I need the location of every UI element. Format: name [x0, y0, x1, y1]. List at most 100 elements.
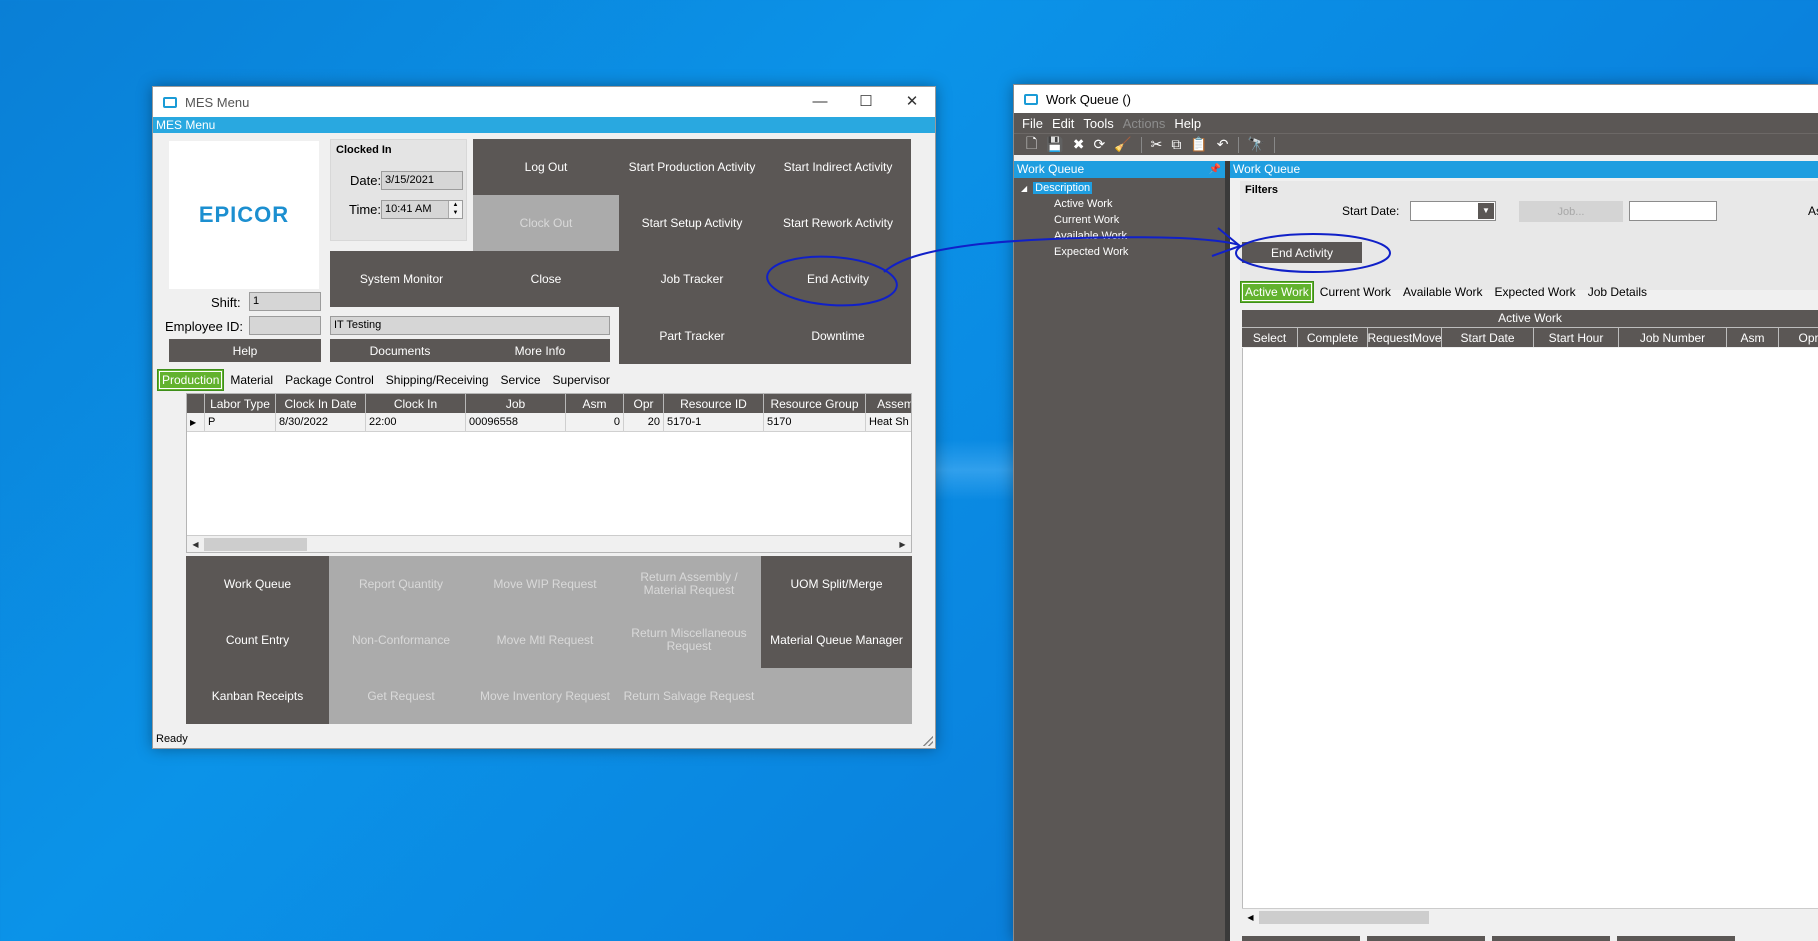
active-work-grid-body[interactable]: [1242, 348, 1818, 908]
menu-help[interactable]: Help: [1174, 116, 1201, 131]
close-button[interactable]: Close: [473, 251, 619, 307]
scroll-left-icon[interactable]: ◀: [187, 536, 204, 552]
wq-end-activity-button[interactable]: End Activity: [1242, 242, 1362, 263]
log-out-button[interactable]: Log Out: [473, 139, 619, 195]
uom-split-merge-button[interactable]: UOM Split/Merge: [761, 556, 912, 612]
bottom-button-4[interactable]: [1617, 936, 1735, 941]
job-input[interactable]: [1629, 201, 1717, 221]
save-icon[interactable]: 💾: [1046, 136, 1063, 153]
employee-id-field[interactable]: [249, 316, 321, 335]
col-asm[interactable]: Asm: [566, 394, 624, 413]
return-salvage-request-button[interactable]: Return Salvage Request: [617, 668, 761, 724]
copy-icon[interactable]: ⧉: [1171, 136, 1181, 153]
scroll-thumb[interactable]: [1259, 911, 1429, 924]
tab-active-work[interactable]: Active Work: [1240, 281, 1314, 303]
search-icon[interactable]: 🔭: [1248, 136, 1265, 153]
menu-actions[interactable]: Actions: [1123, 116, 1166, 131]
start-setup-activity-button[interactable]: Start Setup Activity: [619, 195, 765, 251]
col-clock-in[interactable]: Clock In: [366, 394, 466, 413]
tab-material[interactable]: Material: [224, 373, 279, 387]
col-resource-group[interactable]: Resource Group: [764, 394, 866, 413]
bottom-button-2[interactable]: [1367, 936, 1485, 941]
tab-package-control[interactable]: Package Control: [279, 373, 380, 387]
scroll-left-icon[interactable]: ◀: [1242, 909, 1259, 926]
col-select[interactable]: Select: [1242, 328, 1298, 347]
labor-grid-scrollbar[interactable]: ◀ ▶: [187, 535, 911, 552]
time-field[interactable]: 10:41 AM ▲ ▼: [381, 200, 463, 219]
collapse-icon[interactable]: ◢: [1021, 184, 1027, 193]
end-activity-button[interactable]: End Activity: [765, 251, 911, 307]
report-quantity-button[interactable]: Report Quantity: [329, 556, 473, 612]
maximize-icon[interactable]: ☐: [843, 87, 889, 117]
menu-tools[interactable]: Tools: [1083, 116, 1113, 131]
more-info-button[interactable]: More Info: [470, 339, 610, 362]
tree-item-expected-work[interactable]: Expected Work: [1014, 244, 1225, 260]
cut-icon[interactable]: ✂: [1151, 136, 1163, 153]
return-miscellaneous-request-button[interactable]: Return Miscellaneous Request: [617, 612, 761, 668]
paste-icon[interactable]: 📋: [1190, 136, 1207, 153]
kanban-receipts-button[interactable]: Kanban Receipts: [186, 668, 329, 724]
tree-item-current-work[interactable]: Current Work: [1014, 212, 1225, 228]
close-icon[interactable]: ✕: [889, 87, 935, 117]
tree-item-active-work[interactable]: Active Work: [1014, 196, 1225, 212]
tab-available-work[interactable]: Available Work: [1397, 285, 1489, 299]
work-queue-button[interactable]: Work Queue: [186, 556, 329, 612]
get-request-button[interactable]: Get Request: [329, 668, 473, 724]
resize-grip-icon[interactable]: [923, 736, 933, 746]
scroll-right-icon[interactable]: ▶: [894, 536, 911, 552]
col-start-date[interactable]: Start Date: [1442, 328, 1534, 347]
menu-edit[interactable]: Edit: [1052, 116, 1074, 131]
start-indirect-activity-button[interactable]: Start Indirect Activity: [765, 139, 911, 195]
count-entry-button[interactable]: Count Entry: [186, 612, 329, 668]
job-tracker-button[interactable]: Job Tracker: [619, 251, 765, 307]
move-wip-request-button[interactable]: Move WIP Request: [473, 556, 617, 612]
col-job-number[interactable]: Job Number: [1619, 328, 1727, 347]
chevron-down-icon[interactable]: ▼: [1478, 203, 1494, 219]
date-field[interactable]: 3/15/2021: [381, 171, 463, 190]
downtime-button[interactable]: Downtime: [765, 307, 911, 364]
tab-production[interactable]: Production: [157, 369, 225, 391]
minimize-icon[interactable]: —: [797, 87, 843, 117]
start-rework-activity-button[interactable]: Start Rework Activity: [765, 195, 911, 251]
delete-icon[interactable]: ✖: [1073, 136, 1085, 153]
bottom-button-3[interactable]: [1492, 936, 1610, 941]
clear-icon[interactable]: 🧹: [1114, 136, 1131, 153]
system-monitor-button[interactable]: System Monitor: [330, 251, 473, 307]
wq-title-bar[interactable]: Work Queue (): [1014, 85, 1818, 113]
col-resource-id[interactable]: Resource ID: [664, 394, 764, 413]
tab-current-work[interactable]: Current Work: [1314, 285, 1397, 299]
col-start-hour[interactable]: Start Hour: [1534, 328, 1619, 347]
return-assembly-material-request-button[interactable]: Return Assembly / Material Request: [617, 556, 761, 612]
col-request-move[interactable]: RequestMove: [1368, 328, 1442, 347]
move-inventory-request-button[interactable]: Move Inventory Request: [473, 668, 617, 724]
refresh-icon[interactable]: ⟳: [1093, 136, 1105, 153]
tab-service[interactable]: Service: [495, 373, 547, 387]
col-asm[interactable]: Asm: [1727, 328, 1779, 347]
tab-supervisor[interactable]: Supervisor: [547, 373, 616, 387]
col-complete[interactable]: Complete: [1298, 328, 1368, 347]
col-job[interactable]: Job: [466, 394, 566, 413]
new-icon[interactable]: 🗋: [1026, 133, 1037, 157]
material-queue-manager-button[interactable]: Material Queue Manager: [761, 612, 912, 668]
tab-expected-work[interactable]: Expected Work: [1489, 285, 1582, 299]
time-spinner-icon[interactable]: ▲ ▼: [448, 201, 462, 218]
bottom-button-1[interactable]: [1242, 936, 1360, 941]
move-mtl-request-button[interactable]: Move Mtl Request: [473, 612, 617, 668]
mes-title-bar[interactable]: MES Menu — ☐ ✕: [153, 87, 935, 117]
col-labor-type[interactable]: Labor Type: [205, 394, 276, 413]
tab-job-details[interactable]: Job Details: [1582, 285, 1653, 299]
clock-out-button[interactable]: Clock Out: [473, 195, 619, 251]
pin-icon[interactable]: 📌: [1209, 161, 1221, 178]
active-work-grid-scrollbar[interactable]: ◀: [1242, 908, 1818, 925]
col-opr[interactable]: Opr: [1779, 328, 1818, 347]
part-tracker-button[interactable]: Part Tracker: [619, 307, 765, 364]
start-date-combo[interactable]: ▼: [1410, 201, 1496, 221]
scroll-thumb[interactable]: [204, 538, 307, 551]
job-button[interactable]: Job...: [1519, 201, 1623, 222]
tab-shipping-receiving[interactable]: Shipping/Receiving: [380, 373, 495, 387]
tree-item-available-work[interactable]: Available Work: [1014, 228, 1225, 244]
help-button[interactable]: Help: [169, 339, 321, 362]
col-clock-in-date[interactable]: Clock In Date: [276, 394, 366, 413]
start-production-activity-button[interactable]: Start Production Activity: [619, 139, 765, 195]
table-row[interactable]: ▶ P 8/30/2022 22:00 00096558 0 20 5170-1…: [187, 413, 911, 432]
